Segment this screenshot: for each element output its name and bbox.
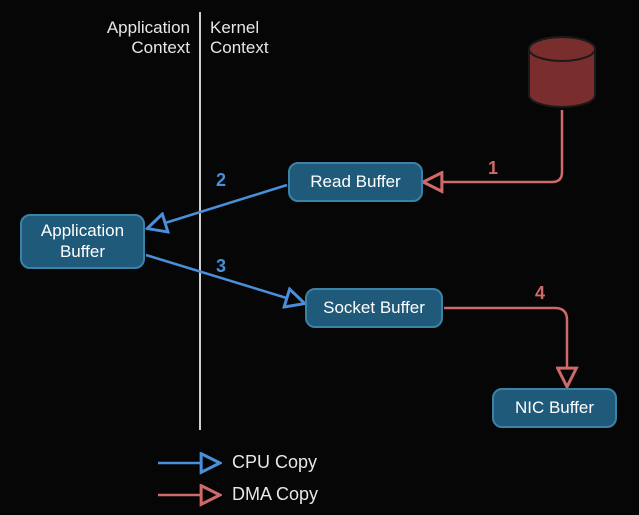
label-step-3: 3 xyxy=(216,256,226,277)
diagram-canvas: Application Context Kernel Context Appli… xyxy=(0,0,639,515)
legend-dma-copy: DMA Copy xyxy=(232,484,318,505)
label-kernel-context: Kernel Context xyxy=(210,18,300,59)
box-socket-buffer: Socket Buffer xyxy=(305,288,443,328)
label-step-1: 1 xyxy=(488,158,498,179)
box-nic-buffer: NIC Buffer xyxy=(492,388,617,428)
arrow-step-2 xyxy=(149,185,287,228)
disk-icon xyxy=(527,35,597,109)
box-read-buffer: Read Buffer xyxy=(288,162,423,202)
label-step-4: 4 xyxy=(535,283,545,304)
label-application-context: Application Context xyxy=(100,18,190,59)
arrow-step-4 xyxy=(444,308,567,385)
label-step-2: 2 xyxy=(216,170,226,191)
legend-cpu-copy: CPU Copy xyxy=(232,452,317,473)
box-application-buffer: Application Buffer xyxy=(20,214,145,269)
